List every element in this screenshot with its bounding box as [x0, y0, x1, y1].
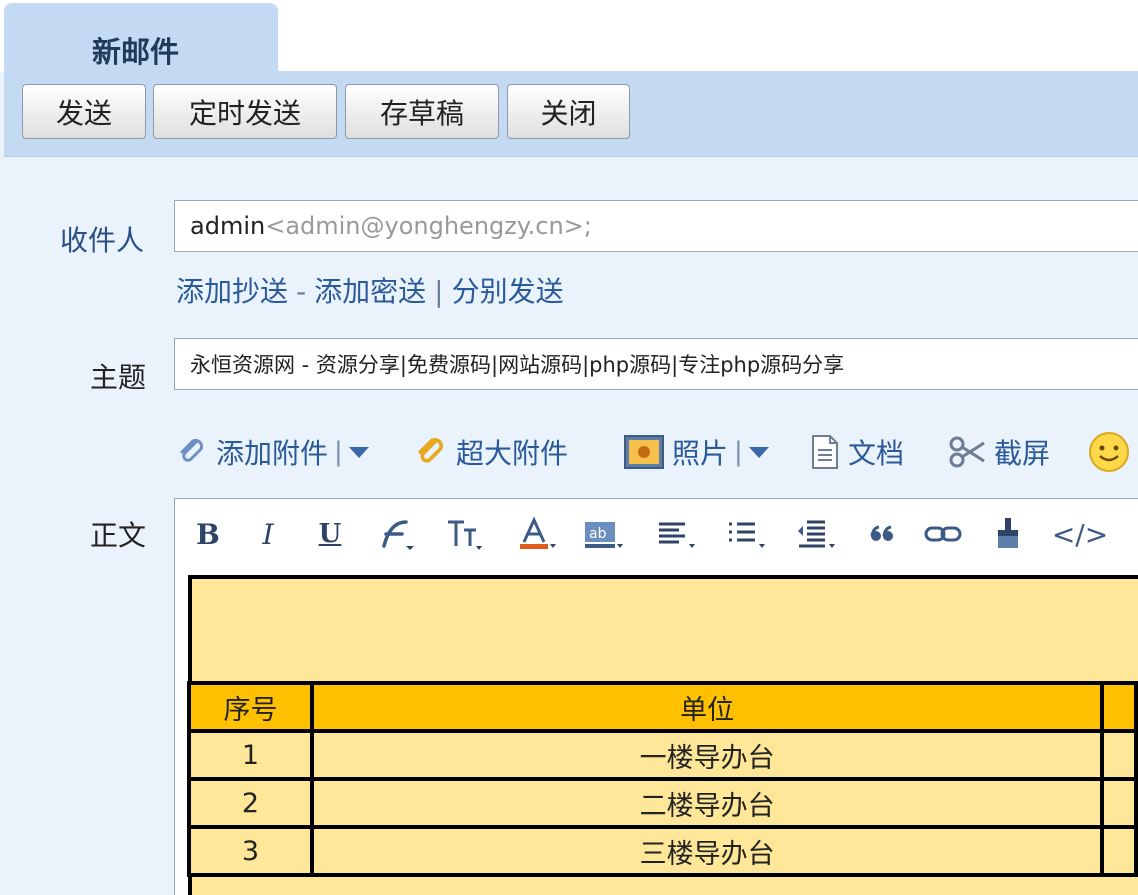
screenshot-label: 截屏	[994, 437, 1051, 470]
table-row: 2 二楼导办台	[187, 777, 1138, 829]
large-attachment[interactable]: 超大附件	[414, 430, 568, 474]
smiley-icon	[1088, 431, 1130, 473]
list-icon[interactable]	[725, 513, 771, 555]
schedule-send-button[interactable]: 定时发送	[153, 84, 337, 139]
attachment-dropdown-icon[interactable]	[348, 446, 369, 458]
photo-dropdown-icon[interactable]	[748, 446, 769, 458]
document-icon	[810, 434, 840, 470]
subject-text: 永恒资源网 - 资源分享|免费源码|网站源码|php源码|专注php源码分享	[190, 353, 845, 377]
clear-format-icon[interactable]	[993, 513, 1025, 555]
table-cell	[1100, 777, 1138, 829]
body-label: 正文	[90, 519, 147, 552]
gold-paperclip-icon	[414, 435, 448, 469]
tab-new-mail[interactable]: 新邮件	[4, 3, 278, 75]
table-cell: 3	[187, 825, 314, 877]
recipient-label: 收件人	[60, 224, 145, 257]
attachment-divider: |	[334, 437, 343, 467]
document[interactable]: 文档	[810, 430, 904, 474]
html-source-button[interactable]: </>	[1049, 513, 1111, 555]
underline-button[interactable]: U	[315, 513, 345, 555]
document-label: 文档	[848, 437, 905, 470]
subject-label: 主题	[90, 361, 147, 394]
recipient-links: 添加抄送 - 添加密送 | 分别发送	[176, 270, 564, 310]
table-row: 1 一楼导办台	[187, 729, 1138, 781]
highlight-icon[interactable]: ab	[583, 513, 627, 555]
recipient-field[interactable]: admin <admin@yonghengzy.cn>;	[174, 200, 1138, 252]
add-cc-link[interactable]: 添加抄送	[176, 275, 288, 308]
table-row: 3 三楼导办台	[187, 825, 1138, 877]
font-family-icon[interactable]	[375, 513, 419, 555]
header-cell: 单位	[309, 681, 1105, 733]
add-attachment-label: 添加附件	[216, 437, 329, 470]
table-cell: 三楼导办台	[309, 825, 1105, 877]
add-attachment[interactable]: 添加附件 |	[176, 430, 369, 474]
save-draft-button[interactable]: 存草稿	[345, 84, 499, 139]
photo-divider: |	[734, 437, 743, 467]
unit-table: 序号 单位 1 一楼导办台 2 二楼导办台 3 三楼导办台	[187, 681, 1138, 877]
table-cell: 二楼导办台	[309, 777, 1105, 829]
subject-input[interactable]: 永恒资源网 - 资源分享|免费源码|网站源码|php源码|专注php源码分享	[174, 338, 1138, 390]
text-color-icon[interactable]	[515, 513, 559, 555]
link-bar: |	[434, 275, 444, 308]
recipient-email: <admin@yonghengzy.cn>;	[265, 212, 592, 240]
table-cell: 1	[187, 729, 314, 781]
font-size-icon[interactable]	[443, 513, 487, 555]
screenshot[interactable]: 截屏	[948, 430, 1050, 474]
indent-icon[interactable]	[795, 513, 841, 555]
photo-label: 照片	[672, 437, 729, 470]
table-cell	[1100, 729, 1138, 781]
table-cell	[1100, 825, 1138, 877]
close-button[interactable]: 关闭	[507, 84, 630, 139]
bold-button[interactable]: B	[193, 513, 223, 555]
add-bcc-link[interactable]: 添加密送	[314, 275, 426, 308]
photo-icon	[624, 435, 664, 469]
table-cell: 一楼导办台	[309, 729, 1105, 781]
align-icon[interactable]	[655, 513, 701, 555]
large-attachment-label: 超大附件	[456, 437, 569, 470]
tab-title: 新邮件	[92, 35, 180, 69]
table-cell: 2	[187, 777, 314, 829]
svg-text:ab: ab	[589, 526, 607, 542]
table-header-row: 序号 单位	[187, 681, 1138, 733]
quote-icon[interactable]	[867, 513, 897, 555]
separate-send-link[interactable]: 分别发送	[452, 275, 564, 308]
editor-toolbar: B I U ab </>	[174, 498, 1138, 568]
recipient-name: admin	[190, 212, 266, 240]
compose-toolbar: 发送 定时发送 存草稿 关闭	[4, 71, 1138, 157]
emoji-button[interactable]	[1088, 430, 1138, 474]
italic-button[interactable]: I	[253, 513, 283, 555]
paperclip-icon	[176, 436, 208, 468]
link-icon[interactable]	[923, 513, 963, 555]
send-button[interactable]: 发送	[22, 84, 146, 139]
photo[interactable]: 照片 |	[624, 430, 769, 474]
header-cell: 序号	[187, 681, 314, 733]
header-cell	[1100, 681, 1138, 733]
scissors-icon	[948, 435, 986, 469]
link-dash: -	[296, 275, 307, 308]
